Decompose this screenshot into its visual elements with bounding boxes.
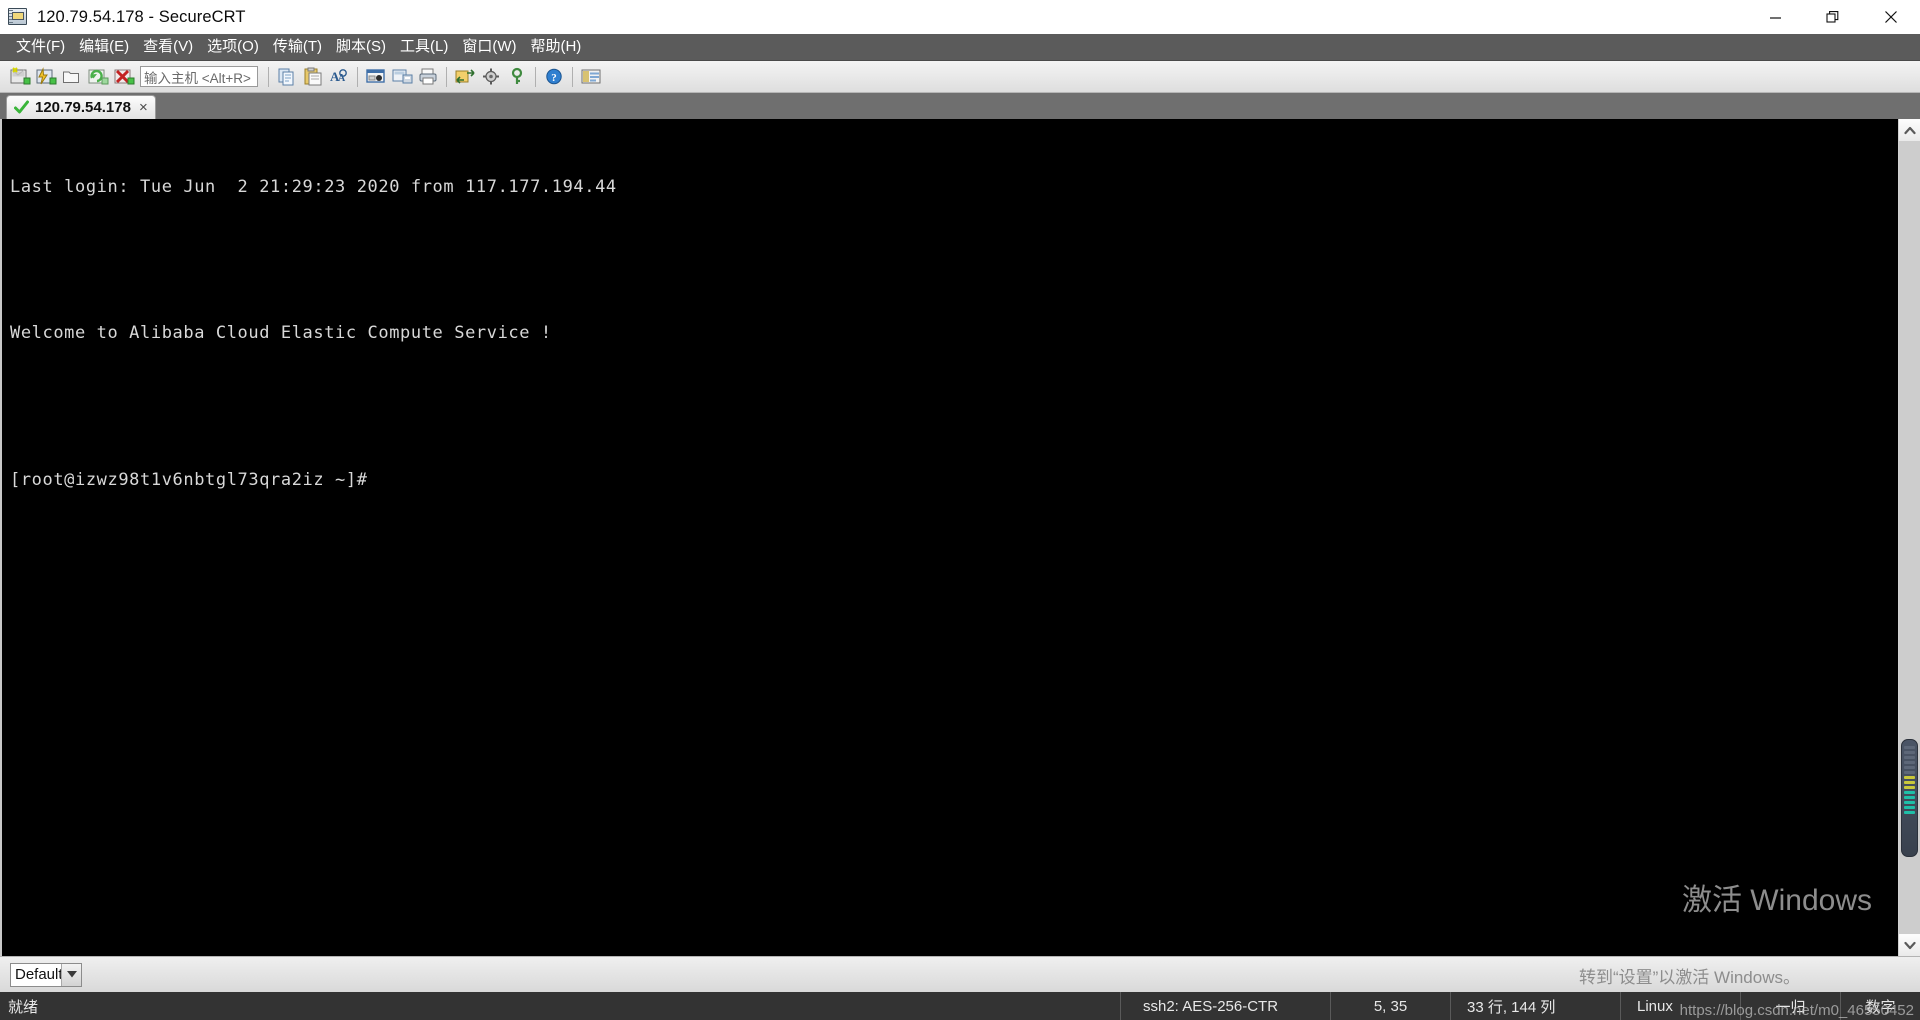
status-cursor-position: 5, 35 [1330, 992, 1450, 1020]
paste-icon[interactable] [301, 65, 325, 89]
minimize-button[interactable] [1746, 0, 1804, 34]
terminal-area: Last login: Tue Jun 2 21:29:23 2020 from… [0, 119, 1920, 956]
reconnect-icon[interactable] [86, 65, 110, 89]
scrollbar-track[interactable] [1899, 141, 1920, 934]
toolbar-separator-2 [357, 66, 358, 87]
profile-combobox[interactable]: Default [10, 962, 82, 987]
find-icon[interactable]: A A [327, 65, 351, 89]
toolbar-separator [268, 66, 269, 87]
close-button[interactable] [1862, 0, 1920, 34]
menu-window[interactable]: 窗口(W) [455, 37, 523, 57]
tab-strip: 120.79.54.178 × [0, 93, 1920, 119]
file-transfer-icon[interactable] [453, 65, 477, 89]
menu-help[interactable]: 帮助(H) [523, 37, 588, 57]
print-screen-icon[interactable] [390, 65, 414, 89]
status-bar: 就绪 ssh2: AES-256-CTR 5, 35 33 行, 144 列 L… [0, 992, 1920, 1020]
menu-options[interactable]: 选项(O) [200, 37, 266, 57]
host-input[interactable]: 输入主机 <Alt+R> [140, 66, 258, 87]
profile-value: Default [15, 966, 61, 983]
session-options-icon[interactable] [479, 65, 503, 89]
terminal-output[interactable]: Last login: Tue Jun 2 21:29:23 2020 from… [0, 119, 1898, 956]
menu-transfer[interactable]: 传输(T) [266, 37, 329, 57]
toolbar-separator-5 [572, 66, 573, 87]
scrollbar-thumb[interactable] [1901, 739, 1918, 857]
scroll-down-button[interactable] [1899, 934, 1920, 956]
menu-edit[interactable]: 编辑(E) [72, 37, 136, 57]
menu-file[interactable]: 文件(F) [9, 37, 72, 57]
chevron-down-icon[interactable] [61, 963, 81, 986]
scrollbar-thumb-grip [1902, 746, 1917, 814]
quick-connect-icon[interactable] [34, 65, 58, 89]
window-controls [1746, 0, 1920, 34]
svg-text:?: ? [551, 72, 557, 84]
menu-view[interactable]: 查看(V) [136, 37, 200, 57]
open-session-folder-icon[interactable] [60, 65, 84, 89]
status-ready: 就绪 [8, 998, 39, 1016]
maximize-restore-button[interactable] [1804, 0, 1862, 34]
status-screen-size: 33 行, 144 列 [1450, 992, 1620, 1020]
activation-subtitle: 转到“设置”以激活 Windows。 [1578, 968, 1800, 987]
key-icon[interactable] [505, 65, 529, 89]
status-ime-digit: 数字 [1840, 992, 1920, 1020]
session-manager-icon[interactable] [579, 65, 603, 89]
svg-text:A: A [338, 73, 346, 84]
window-title: 120.79.54.178 - SecureCRT [37, 7, 246, 26]
tab-close-icon[interactable]: × [139, 100, 148, 115]
app-icon [7, 6, 29, 28]
toolbar-separator-3 [446, 66, 447, 87]
tab-label: 120.79.54.178 [35, 99, 131, 116]
new-session-icon[interactable] [8, 65, 32, 89]
terminal-line: Last login: Tue Jun 2 21:29:23 2020 from… [10, 176, 617, 197]
connected-check-icon [14, 100, 29, 115]
toolbar: 输入主机 <Alt+R> A A ? [0, 61, 1920, 93]
terminal-line: Welcome to Alibaba Cloud Elastic Compute… [10, 323, 552, 344]
host-input-placeholder: 输入主机 <Alt+R> [144, 70, 251, 86]
menu-script[interactable]: 脚本(S) [329, 37, 393, 57]
copy-icon[interactable] [275, 65, 299, 89]
title-bar: 120.79.54.178 - SecureCRT [0, 0, 1920, 34]
scroll-up-button[interactable] [1899, 119, 1920, 141]
securecrt-window: 120.79.54.178 - SecureCRT 文件(F) 编辑(E) 查看… [0, 0, 1920, 1020]
session-bar: Default 转到“设置”以激活 Windows。 [0, 956, 1920, 992]
terminal-scrollbar[interactable] [1898, 119, 1920, 956]
menu-tools[interactable]: 工具(L) [393, 37, 455, 57]
menu-bar: 文件(F) 编辑(E) 查看(V) 选项(O) 传输(T) 脚本(S) 工具(L… [0, 34, 1920, 61]
terminal-prompt-line: [root@izwz98t1v6nbtgl73qra2iz ~]# [10, 469, 368, 490]
toolbar-separator-4 [535, 66, 536, 87]
status-emulation: Linux [1620, 992, 1740, 1020]
session-tab[interactable]: 120.79.54.178 × [6, 95, 156, 119]
print-icon[interactable] [416, 65, 440, 89]
log-session-icon[interactable] [364, 65, 388, 89]
status-encryption: ssh2: AES-256-CTR [1120, 992, 1330, 1020]
help-icon[interactable]: ? [542, 65, 566, 89]
status-ime-mode: 一归 [1740, 992, 1840, 1020]
disconnect-icon[interactable] [112, 65, 136, 89]
